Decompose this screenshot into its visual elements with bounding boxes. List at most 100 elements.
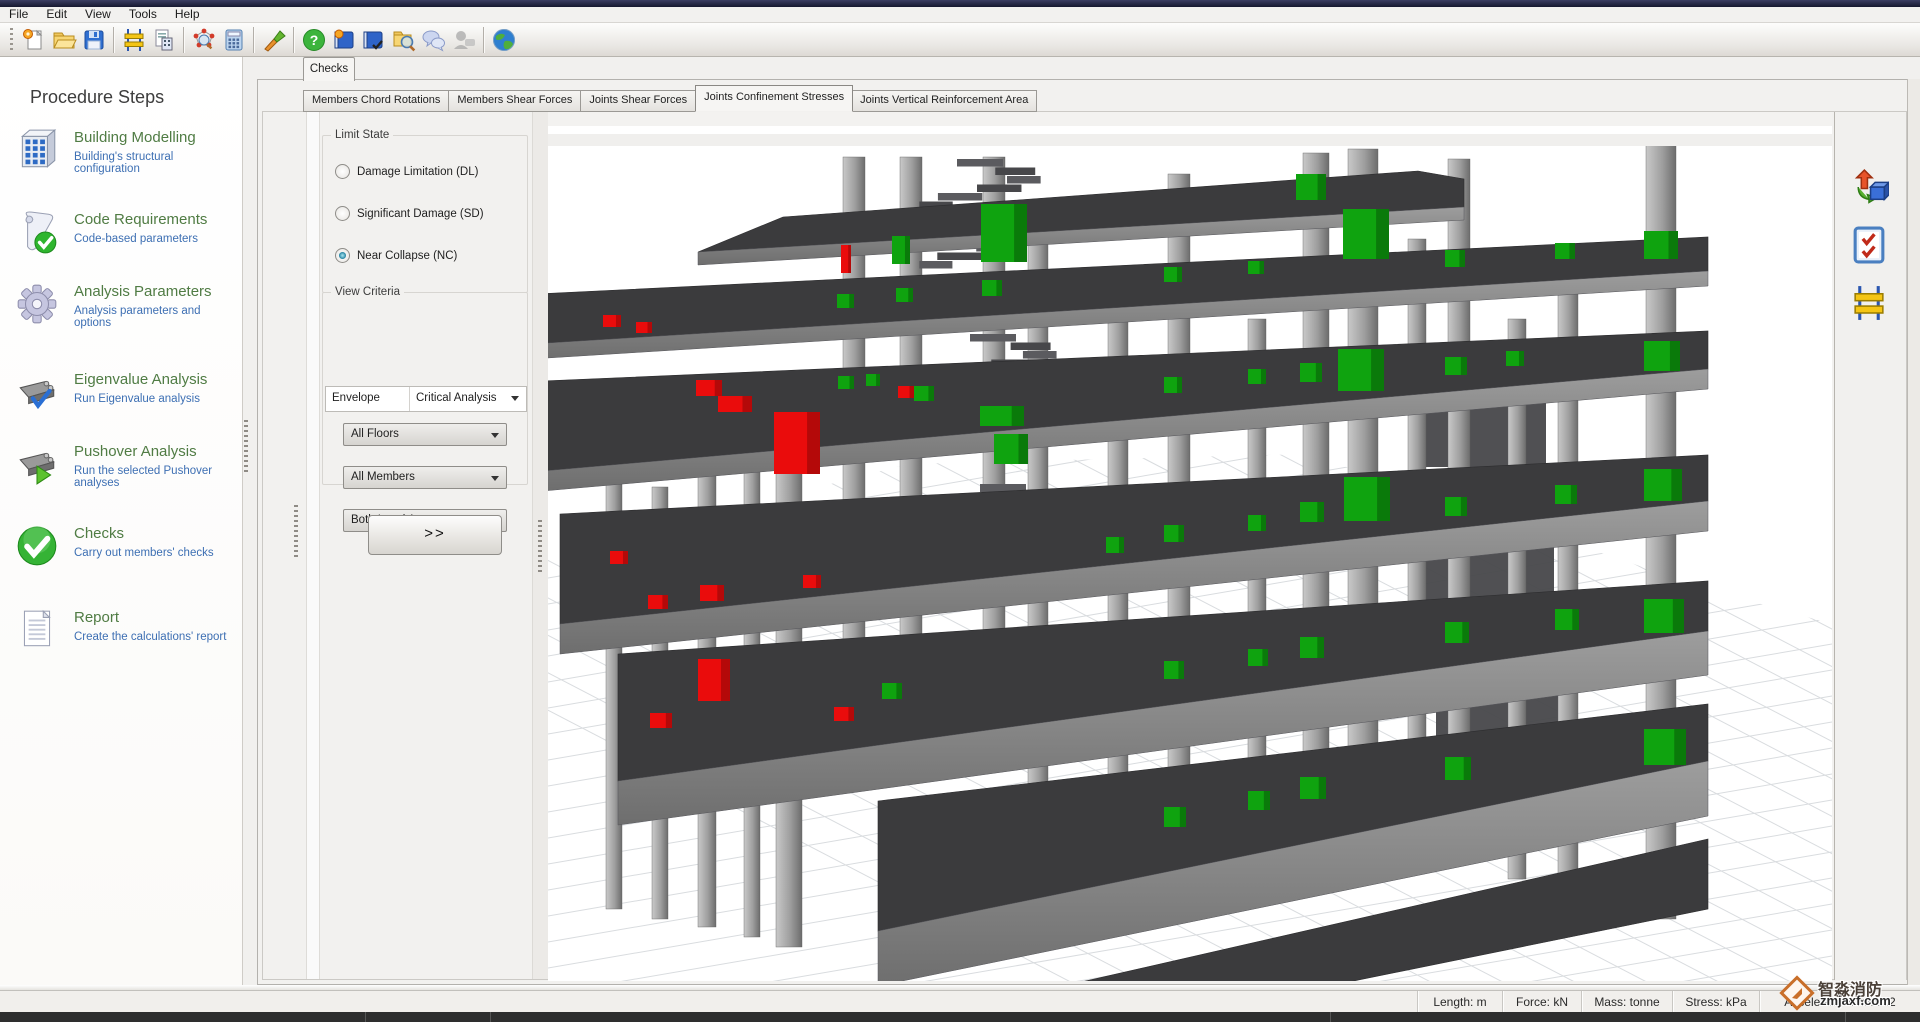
sidebar-item-subtitle: Run the selected Pushover analyses: [74, 465, 213, 489]
critical-analysis-value: Critical Analysis: [416, 392, 497, 404]
radio-near-collapse-nc-[interactable]: Near Collapse (NC): [335, 248, 457, 263]
sidebar-title: Procedure Steps: [30, 87, 165, 107]
sidebar-item-title: Eigenvalue Analysis: [74, 371, 208, 388]
watermark: 智淼消防 zmjaxf.com: [1778, 974, 1920, 1016]
menu-file[interactable]: File: [0, 7, 37, 22]
controls-pane-splitter[interactable]: [294, 505, 298, 557]
watermark-url: zmjaxf.com: [1820, 993, 1891, 1008]
menu-edit[interactable]: Edit: [37, 7, 76, 22]
frame-button[interactable]: [119, 25, 149, 55]
taskbar-segment: [490, 1012, 491, 1022]
subtab-members-chord-rotations[interactable]: Members Chord Rotations: [303, 90, 450, 112]
sidebar-item-subtitle: Analysis parameters and options: [74, 305, 201, 329]
application-window: File Edit View Tools Help ? Procedure Steps …: [0, 0, 1920, 1022]
checks-icon: [14, 523, 60, 569]
sidebar-item-pushover-analysis[interactable]: Pushover Analysis Run the selected Pusho…: [12, 441, 238, 493]
report-icon: [14, 607, 60, 653]
subtab-members-shear-forces[interactable]: Members Shear Forces: [449, 90, 582, 112]
view-criteria-label: View Criteria: [331, 286, 404, 298]
taskbar-segment: [365, 1012, 366, 1022]
sidebar-item-title: Code Requirements: [74, 211, 208, 228]
sidebar-item-title: Pushover Analysis: [74, 443, 197, 460]
calculator-button[interactable]: [219, 25, 249, 55]
dropdown-all-members[interactable]: All Members: [343, 466, 507, 489]
checks-controls-pane: Limit State Damage Limitation (DL) Signi…: [318, 111, 532, 980]
sidebar-item-report[interactable]: Report Create the calculations' report: [12, 607, 238, 659]
transfer-cube-button[interactable]: [1849, 167, 1891, 207]
procedure-steps-panel: Procedure Steps Building Modelling Build…: [0, 57, 243, 985]
watermark-logo-icon: [1779, 975, 1815, 1011]
radio-label: Near Collapse (NC): [357, 249, 458, 262]
subtab-joints-vertical-reinforcement-area[interactable]: Joints Vertical Reinforcement Area: [852, 90, 1038, 112]
limit-state-group: Limit State Damage Limitation (DL) Signi…: [322, 129, 528, 293]
code-requirements-icon: [14, 209, 60, 255]
tab-checks[interactable]: Checks: [303, 57, 355, 81]
sidebar-item-subtitle: Run Eigenvalue analysis: [74, 393, 200, 405]
svg-text:?: ?: [310, 32, 319, 48]
sidebar-item-checks[interactable]: Checks Carry out members' checks: [12, 523, 238, 575]
radio-significant-damage-sd-[interactable]: Significant Damage (SD): [335, 206, 484, 221]
menu-view[interactable]: View: [76, 7, 120, 22]
frame-button[interactable]: [1849, 283, 1889, 323]
comments-disabled-button: [449, 25, 479, 55]
taskbar-segment: [1330, 1012, 1331, 1022]
sidebar-item-title: Building Modelling: [74, 129, 196, 146]
sidebar-item-analysis-parameters[interactable]: Analysis Parameters Analysis parameters …: [12, 281, 238, 333]
main-toolbar: ?: [0, 23, 1920, 57]
radio-label: Significant Damage (SD): [357, 207, 484, 220]
checklist-button[interactable]: [1849, 225, 1889, 265]
book-check-button[interactable]: [359, 25, 389, 55]
dropdown-all-floors[interactable]: All Floors: [343, 423, 507, 446]
dropdown-value: All Floors: [351, 428, 399, 440]
chevron-down-icon: [511, 396, 519, 401]
critical-analysis-combobox[interactable]: Critical Analysis: [410, 387, 526, 411]
new-page-button[interactable]: [19, 25, 49, 55]
toolbar-separator: [483, 26, 485, 53]
toolbar-separator: [183, 26, 185, 53]
structure-3d-render: [548, 112, 1832, 981]
save-button[interactable]: [79, 25, 109, 55]
window-right-edge: [1907, 79, 1920, 985]
sidebar-item-eigenvalue-analysis[interactable]: Eigenvalue Analysis Run Eigenvalue analy…: [12, 369, 238, 421]
comments-button[interactable]: [419, 25, 449, 55]
toolbar-separator: [293, 26, 295, 53]
help-button[interactable]: ?: [299, 25, 329, 55]
radio-circle: [335, 164, 350, 179]
status-stress: Stress: kPa: [1672, 991, 1759, 1013]
globe-button[interactable]: [489, 25, 519, 55]
sidebar-item-building-modelling[interactable]: Building Modelling Building's structural…: [12, 127, 238, 179]
sidebar-item-title: Report: [74, 609, 120, 626]
chevron-down-icon: [491, 433, 499, 438]
status-length: Length: m: [1417, 991, 1502, 1013]
model-3d-viewport[interactable]: [548, 112, 1832, 981]
status-mass: Mass: tonne: [1581, 991, 1672, 1013]
viewport-splitter[interactable]: [538, 520, 542, 572]
sidebar-item-title: Checks: [74, 525, 125, 542]
sidebar-item-subtitle: Building's structural configuration: [74, 151, 174, 175]
envelope-cell[interactable]: Envelope: [326, 387, 410, 411]
subtab-joints-confinement-stresses[interactable]: Joints Confinement Stresses: [695, 85, 854, 112]
status-force: Force: kN: [1502, 991, 1581, 1013]
menu-tools[interactable]: Tools: [120, 7, 166, 22]
model-3d-button[interactable]: [189, 25, 219, 55]
paintbrush-button[interactable]: [259, 25, 289, 55]
menu-help[interactable]: Help: [166, 7, 209, 22]
radio-damage-limitation-dl-[interactable]: Damage Limitation (DL): [335, 164, 478, 179]
sidebar-item-code-requirements[interactable]: Code Requirements Code-based parameters: [12, 209, 238, 261]
toolbar-grip[interactable]: [10, 27, 13, 52]
window-titlebar: [0, 0, 1920, 7]
subtab-joints-shear-forces[interactable]: Joints Shear Forces: [581, 90, 697, 112]
report-doc-button[interactable]: [149, 25, 179, 55]
book-star-button[interactable]: [329, 25, 359, 55]
open-folder-button[interactable]: [49, 25, 79, 55]
toolbar-separator: [253, 26, 255, 53]
folder-search-button[interactable]: [389, 25, 419, 55]
apply-view-button[interactable]: >>: [368, 515, 502, 555]
view-criteria-group: View Criteria Envelope Critical Analysis…: [322, 286, 528, 532]
sidebar-item-title: Analysis Parameters: [74, 283, 212, 300]
radio-label: Damage Limitation (DL): [357, 165, 479, 178]
toolbar-separator: [113, 26, 115, 53]
status-bar: Length: m Force: kN Mass: tonne Stress: kPa…: [0, 990, 1920, 1013]
envelope-row: Envelope Critical Analysis: [325, 386, 527, 412]
sidebar-splitter[interactable]: [244, 420, 248, 472]
